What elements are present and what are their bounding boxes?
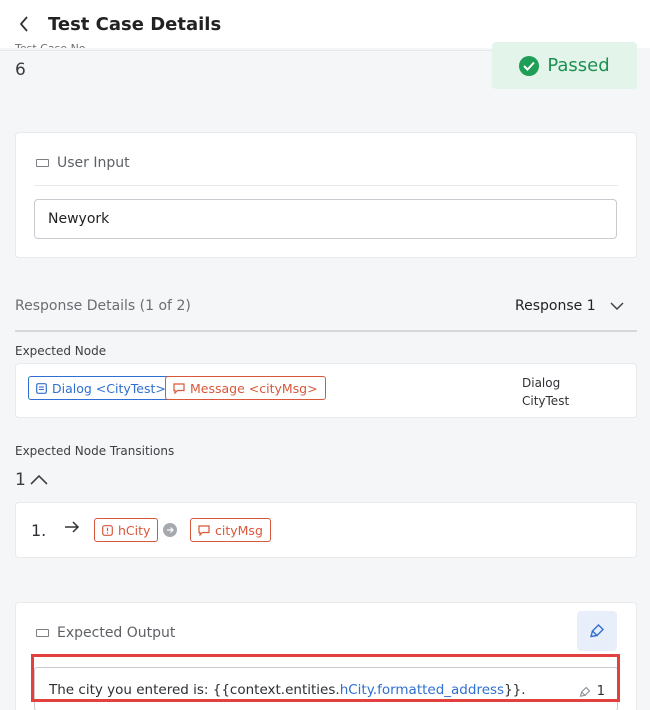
back-button[interactable] bbox=[14, 12, 34, 36]
output-count-value: 1 bbox=[596, 684, 605, 699]
output-highlight-count: 1 bbox=[579, 684, 605, 699]
check-circle-icon bbox=[519, 55, 540, 76]
status-badge: Passed bbox=[492, 42, 637, 89]
message-chip-label: Message <cityMsg> bbox=[190, 380, 318, 396]
expected-node-label: Expected Node bbox=[15, 344, 107, 358]
entity-icon bbox=[102, 524, 113, 536]
highlighter-icon bbox=[579, 686, 591, 697]
expected-output-title-text: Expected Output bbox=[57, 625, 176, 641]
node-name-text: CityTest bbox=[522, 394, 570, 408]
page-title: Test Case Details bbox=[48, 13, 222, 35]
chevron-up-icon bbox=[30, 475, 48, 485]
highlighter-icon bbox=[590, 624, 604, 638]
user-input-title: User Input bbox=[36, 155, 130, 171]
header-divider bbox=[0, 50, 492, 51]
response-selector[interactable]: Response 1 bbox=[515, 298, 624, 314]
expected-output-row[interactable]: The city you entered is: {{context.entit… bbox=[34, 667, 618, 710]
output-text-variable: hCity.formatted_address bbox=[339, 682, 505, 698]
test-case-number: 6 bbox=[15, 60, 26, 80]
transition-chip-citymsg[interactable]: cityMsg bbox=[190, 518, 271, 542]
chevron-down-icon bbox=[610, 302, 624, 310]
expected-node-card: Dialog <CityTest> Message <cityMsg> Dial… bbox=[15, 363, 637, 418]
response-details-title: Response Details (1 of 2) bbox=[15, 298, 191, 314]
response-selector-value: Response 1 bbox=[515, 298, 596, 314]
transitions-count[interactable]: 1 bbox=[15, 470, 48, 490]
input-field-icon bbox=[36, 159, 49, 167]
arrow-right-icon bbox=[65, 521, 80, 533]
user-input-title-text: User Input bbox=[57, 155, 130, 171]
user-input-field[interactable]: Newyork bbox=[34, 199, 617, 239]
output-text-suffix: }}. bbox=[504, 682, 526, 698]
dialog-chip-label: Dialog <CityTest> bbox=[52, 380, 166, 396]
transitions-card: 1. hCity cityMsg bbox=[15, 502, 637, 558]
transitions-count-value: 1 bbox=[15, 470, 26, 490]
transition-chip-hcity[interactable]: hCity bbox=[94, 518, 159, 542]
expected-output-title: Expected Output bbox=[36, 625, 175, 641]
node-side-info: Dialog CityTest bbox=[522, 374, 569, 410]
dialog-chip[interactable]: Dialog <CityTest> bbox=[28, 376, 174, 400]
message-icon bbox=[173, 382, 185, 394]
highlight-button[interactable] bbox=[577, 611, 617, 651]
status-text: Passed bbox=[547, 55, 610, 76]
node-type-text: Dialog bbox=[522, 376, 561, 390]
output-text-prefix: The city you entered is: {{context.entit… bbox=[49, 682, 340, 698]
chevron-left-icon bbox=[19, 16, 28, 32]
transition-chip-hcity-label: hCity bbox=[118, 522, 151, 538]
card-divider bbox=[34, 185, 618, 186]
expected-output-text: The city you entered is: {{context.entit… bbox=[49, 682, 526, 698]
transition-chip-citymsg-label: cityMsg bbox=[215, 522, 263, 538]
transitions-label: Expected Node Transitions bbox=[15, 444, 175, 458]
transition-arrow-icon bbox=[163, 523, 177, 537]
header-bar: Test Case Details bbox=[0, 0, 650, 48]
transition-index: 1. bbox=[31, 521, 47, 540]
expected-output-card: Expected Output The city you entered is:… bbox=[15, 602, 637, 710]
message-icon bbox=[198, 524, 210, 536]
dialog-icon bbox=[36, 382, 47, 394]
user-input-card: User Input Newyork bbox=[15, 132, 637, 258]
response-divider bbox=[15, 330, 637, 332]
message-chip[interactable]: Message <cityMsg> bbox=[165, 376, 326, 400]
input-field-icon bbox=[36, 629, 49, 637]
test-case-number-label: Test Case No. bbox=[15, 38, 89, 48]
